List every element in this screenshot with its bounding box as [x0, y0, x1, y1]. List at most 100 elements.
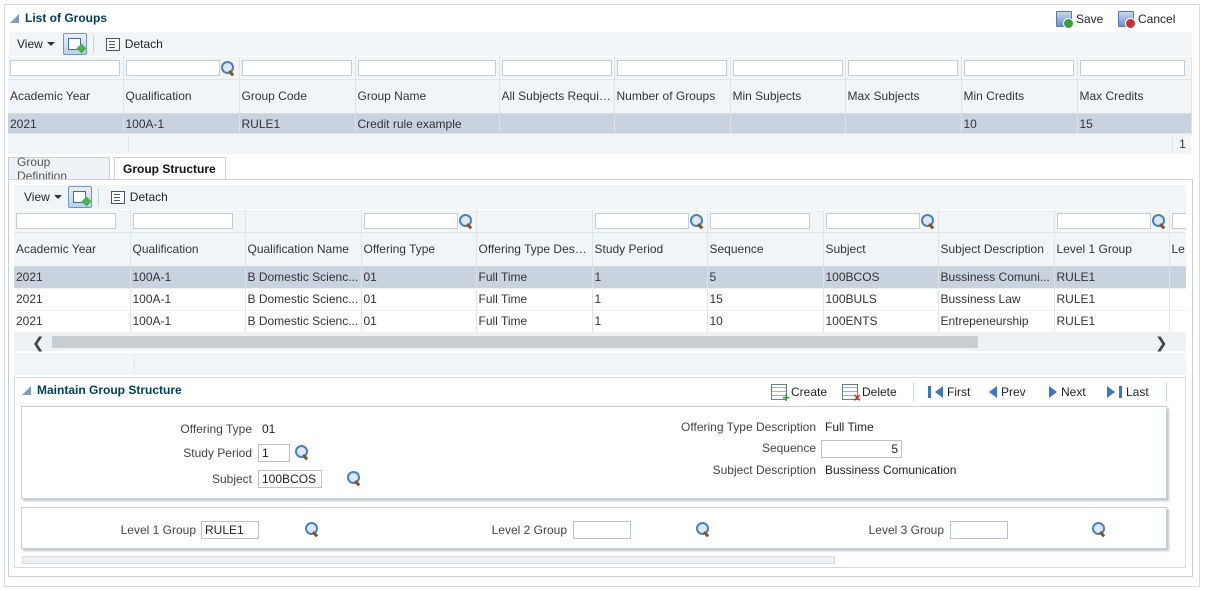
create-button[interactable]: Create	[771, 383, 828, 405]
column-header[interactable]: Academic Year	[8, 79, 124, 114]
column-header[interactable]: Subject Description	[938, 232, 1055, 267]
cancel-button[interactable]: Cancel	[1118, 10, 1175, 29]
study-period-field[interactable]	[258, 444, 290, 462]
search-icon[interactable]	[458, 213, 474, 229]
table-cell: 2021	[14, 288, 131, 311]
scrollbar-thumb[interactable]	[52, 336, 978, 348]
list-of-groups-header[interactable]: List of Groups	[10, 10, 107, 26]
edit-record-button[interactable]	[67, 186, 92, 208]
level-1-group-field[interactable]	[201, 521, 259, 539]
column-header[interactable]: Study Period	[592, 232, 708, 267]
search-icon[interactable]	[346, 470, 362, 486]
search-icon[interactable]	[1091, 521, 1107, 537]
subject-description-label: Subject Description	[712, 463, 816, 477]
filter-input[interactable]	[963, 59, 1074, 76]
column-header[interactable]: Qualification	[130, 232, 246, 267]
level-2-group-field[interactable]	[573, 521, 631, 539]
maintain-title: Maintain Group Structure	[37, 383, 182, 397]
column-header[interactable]: Offering Type	[361, 232, 477, 267]
column-header[interactable]: Level 1 Group	[1054, 232, 1170, 267]
search-icon[interactable]	[695, 521, 711, 537]
detach-button[interactable]: Detach	[105, 190, 174, 204]
collapse-icon[interactable]	[22, 385, 31, 395]
last-button[interactable]: Last	[1107, 383, 1149, 401]
filter-input[interactable]	[125, 59, 220, 76]
filter-input[interactable]	[241, 59, 352, 76]
search-icon[interactable]	[304, 521, 320, 537]
prev-button[interactable]: Prev	[989, 383, 1026, 401]
column-header[interactable]: Offering Type Description	[476, 232, 593, 267]
column-header[interactable]: All Subjects Required	[499, 79, 615, 114]
table-row[interactable]: 2021 100A-1 B Domestic Scienc... 01 Full…	[14, 266, 1186, 289]
filter-input[interactable]	[825, 212, 920, 229]
detach-button[interactable]: Detach	[100, 37, 169, 51]
table-row[interactable]: 2021 100A-1 B Domestic Scienc... 01 Full…	[14, 310, 1186, 333]
column-header[interactable]: Max Credits	[1077, 79, 1192, 114]
column-header[interactable]: Qualification	[123, 79, 240, 114]
column-header[interactable]: Subject	[823, 232, 939, 267]
search-icon[interactable]	[1151, 213, 1167, 229]
edit-record-button[interactable]	[62, 33, 87, 55]
filter-input[interactable]	[847, 59, 958, 76]
maintain-header[interactable]: Maintain Group Structure	[22, 383, 182, 397]
column-header[interactable]: Group Name	[355, 79, 500, 114]
horizontal-scrollbar[interactable]: ❮ ❯	[14, 333, 1186, 352]
column-header[interactable]: Le	[1169, 232, 1186, 267]
cancel-icon	[1118, 11, 1136, 29]
filter-input[interactable]	[1171, 212, 1186, 229]
next-label: Next	[1061, 385, 1086, 399]
filter-input[interactable]	[10, 59, 120, 76]
subject-field[interactable]	[258, 470, 322, 488]
column-header[interactable]: Max Subjects	[845, 79, 962, 114]
filter-input[interactable]	[709, 212, 810, 229]
column-header[interactable]: Academic Year	[14, 232, 131, 267]
save-icon	[1056, 11, 1074, 29]
detach-label: Detach	[124, 37, 163, 51]
filter-input[interactable]	[594, 212, 689, 229]
table-cell: 100A-1	[130, 288, 246, 311]
view-menu[interactable]: View	[14, 190, 68, 204]
first-button[interactable]: First	[928, 383, 970, 401]
column-header[interactable]: Number of Groups	[614, 79, 731, 114]
column-header[interactable]: Group Code	[239, 79, 356, 114]
page-number[interactable]: 1	[1172, 135, 1192, 153]
column-header[interactable]: Min Credits	[961, 79, 1078, 114]
sequence-label: Sequence	[761, 441, 816, 455]
chevron-down-icon	[53, 195, 62, 199]
scroll-left-icon[interactable]: ❮	[32, 334, 45, 352]
filter-input[interactable]	[363, 212, 458, 229]
table-row[interactable]: 2021 100A-1 B Domestic Scienc... 01 Full…	[14, 288, 1186, 311]
collapse-icon[interactable]	[10, 13, 19, 23]
delete-button[interactable]: Delete	[842, 383, 897, 405]
create-label: Create	[791, 385, 828, 399]
filter-input[interactable]	[501, 59, 612, 76]
next-button[interactable]: Next	[1049, 383, 1086, 401]
search-icon[interactable]	[294, 444, 310, 460]
filter-input[interactable]	[1079, 59, 1185, 76]
table-footer	[8, 133, 1191, 154]
tab-group-definition[interactable]: Group Definition	[8, 155, 110, 183]
table-row[interactable]: 2021 100A-1 RULE1 Credit rule example 10…	[8, 113, 1192, 136]
table-cell	[499, 113, 615, 136]
search-icon[interactable]	[220, 60, 236, 76]
filter-input[interactable]	[357, 59, 496, 76]
tab-group-structure[interactable]: Group Structure	[114, 157, 226, 180]
table-cell: RULE1	[1054, 266, 1170, 289]
view-menu[interactable]: View	[9, 37, 63, 51]
search-icon[interactable]	[920, 213, 936, 229]
column-header[interactable]: Qualification Name	[245, 232, 362, 267]
level-3-group-field[interactable]	[950, 521, 1008, 539]
filter-input[interactable]	[16, 212, 116, 229]
filter-input[interactable]	[616, 59, 727, 76]
sequence-field[interactable]	[821, 440, 902, 458]
column-header[interactable]: Sequence	[707, 232, 824, 267]
scroll-right-icon[interactable]: ❯	[1155, 334, 1168, 352]
detach-icon	[105, 37, 120, 51]
filter-input[interactable]	[132, 212, 233, 229]
filter-input[interactable]	[732, 59, 843, 76]
column-header[interactable]: Min Subjects	[730, 79, 846, 114]
search-icon[interactable]	[689, 213, 705, 229]
save-button[interactable]: Save	[1056, 10, 1103, 29]
filter-input[interactable]	[1056, 212, 1151, 229]
header-row: Academic Year Qualification Group Code G…	[8, 79, 1192, 114]
